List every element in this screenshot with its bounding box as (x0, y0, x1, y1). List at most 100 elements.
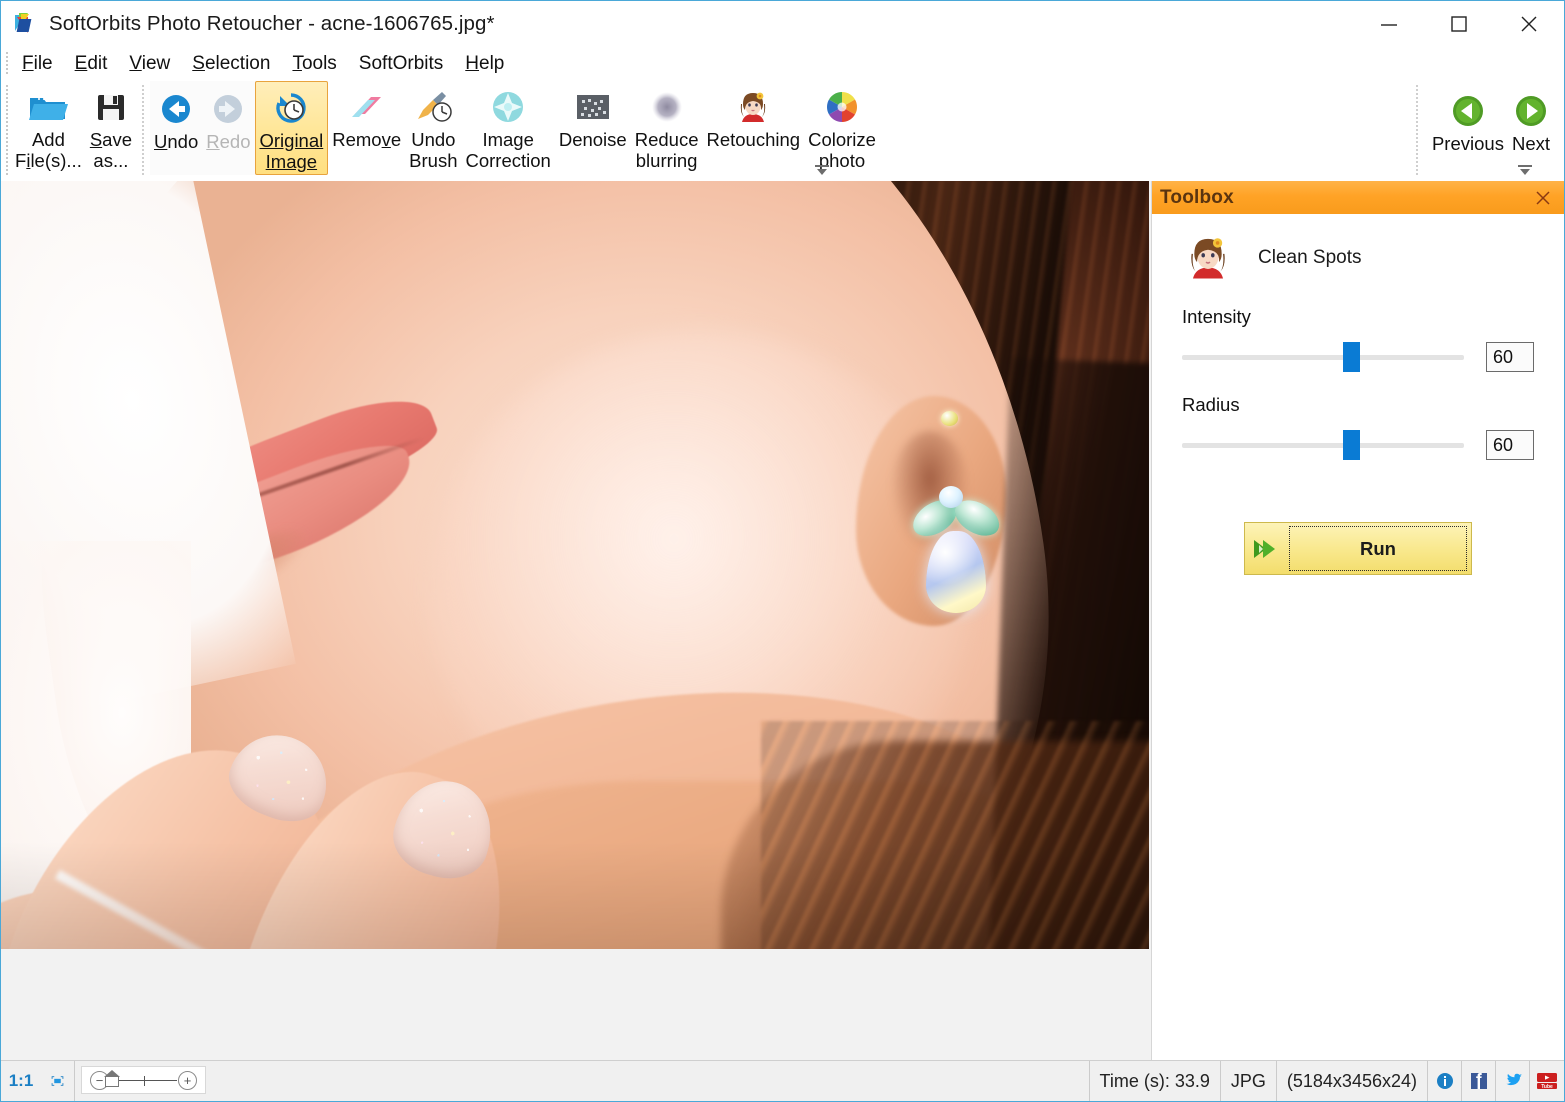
open-folder-icon (27, 85, 69, 129)
next-label: Next (1511, 133, 1550, 154)
intensity-slider[interactable] (1182, 342, 1464, 372)
menu-edit[interactable]: Edit (64, 53, 119, 75)
facebook-icon[interactable] (1462, 1061, 1496, 1101)
save-as-label-1: Save (89, 129, 132, 150)
intensity-slider-track (1182, 354, 1464, 360)
history-group: Undo Redo Original Image (150, 81, 329, 175)
radius-slider-block: Radius 60 (1152, 394, 1564, 460)
fit-to-screen-icon[interactable] (41, 1061, 75, 1101)
reduce-blurring-label-1: Reduce (634, 129, 699, 150)
status-icons: Tube (1428, 1061, 1564, 1101)
toolbar-separator-1 (142, 85, 144, 175)
status-bar: 1:1 − + Time (s): 33.9 JPG (5184x3456x24… (1, 1060, 1564, 1101)
retouching-button[interactable]: Retouching (702, 81, 804, 175)
reduce-blurring-button[interactable]: Reduce blurring (631, 81, 703, 175)
undo-brush-button[interactable]: Undo Brush (405, 81, 461, 175)
youtube-icon[interactable]: Tube (1530, 1061, 1564, 1101)
toolbar-separator-2 (1415, 85, 1418, 175)
remove-label: Remove (332, 129, 402, 150)
twitter-icon[interactable] (1496, 1061, 1530, 1101)
info-icon[interactable] (1428, 1061, 1462, 1101)
intensity-value-field[interactable]: 60 (1486, 342, 1534, 372)
photo-vignette (1, 181, 1149, 949)
menu-tools[interactable]: Tools (281, 53, 347, 75)
menu-file-rest: ile (33, 53, 53, 74)
title-bar: SoftOrbits Photo Retoucher - acne-160676… (1, 1, 1564, 47)
status-spacer (206, 1061, 1089, 1101)
green-left-arrow-icon (1449, 89, 1487, 133)
intensity-slider-block: Intensity 60 (1152, 306, 1564, 372)
reduce-blurring-label-2: blurring (635, 149, 698, 171)
eraser-icon (347, 85, 387, 129)
sparkle-star-icon (489, 85, 527, 129)
brush-clock-icon (413, 85, 453, 129)
colorize-photo-button[interactable]: Colorize photo (804, 81, 880, 175)
toolbar-overflow-icon[interactable] (813, 165, 831, 177)
image-correction-label-1: Image (482, 129, 534, 150)
active-tool-name: Clean Spots (1258, 247, 1362, 268)
undo-arrow-icon (157, 87, 195, 131)
zoom-slider[interactable]: − + (81, 1066, 206, 1094)
woman-portrait-icon (734, 85, 772, 129)
retouching-label: Retouching (706, 129, 801, 150)
menu-file[interactable]: File (11, 53, 64, 75)
undo-button[interactable]: Undo (150, 81, 202, 175)
denoise-button[interactable]: Denoise (555, 81, 631, 175)
active-tool-row: Clean Spots (1152, 214, 1564, 284)
run-button-label: Run (1289, 526, 1467, 571)
menu-softorbits[interactable]: SoftOrbits (348, 53, 454, 75)
run-button-wrap: Run (1152, 522, 1564, 575)
close-button[interactable] (1494, 1, 1564, 47)
menu-selection[interactable]: Selection (181, 53, 281, 75)
close-icon[interactable] (1532, 187, 1554, 209)
menu-view[interactable]: View (118, 53, 181, 75)
minimize-button[interactable] (1354, 1, 1424, 47)
dimensions-status: (5184x3456x24) (1277, 1061, 1428, 1101)
green-double-arrow-icon (1245, 534, 1289, 564)
radius-value-field[interactable]: 60 (1486, 430, 1534, 460)
save-as-button[interactable]: Save as... (86, 81, 136, 175)
undo-brush-label-1: Undo (411, 129, 456, 150)
zoom-slider-tick (143, 1076, 145, 1086)
time-status: Time (s): 33.9 (1088, 1061, 1221, 1101)
menu-bar: File Edit View Selection Tools SoftOrbit… (1, 47, 1564, 81)
radius-slider-row: 60 (1182, 430, 1534, 460)
zoom-ratio-label: 1:1 (8, 1071, 34, 1090)
maximize-button[interactable] (1424, 1, 1494, 47)
green-right-arrow-icon (1512, 89, 1550, 133)
toolbox-panel: Toolbox Clean Spots Intensity 60 Radius … (1151, 181, 1564, 1060)
window-controls (1354, 1, 1564, 47)
image-correction-label-2: Correction (465, 149, 551, 171)
woman-portrait-icon (1182, 232, 1234, 284)
colorize-photo-label-1: Colorize (808, 129, 876, 150)
remove-button[interactable]: Remove (328, 81, 405, 175)
radius-slider[interactable] (1182, 430, 1464, 460)
denoise-label: Denoise (558, 129, 627, 150)
image-correction-button[interactable]: Image Correction (461, 81, 554, 175)
radius-slider-thumb[interactable] (1342, 430, 1360, 460)
workspace: Toolbox Clean Spots Intensity 60 Radius … (1, 181, 1564, 1060)
run-button[interactable]: Run (1244, 522, 1472, 575)
original-image-button[interactable]: Original Image (254, 81, 329, 175)
toolbox-title: Toolbox (1160, 186, 1234, 208)
softorbits-logo-icon (15, 13, 37, 35)
main-toolbar: Add File(s)... Save as... Undo Redo Orig… (1, 81, 1564, 181)
toolbar-overflow-icon-right[interactable] (1516, 165, 1534, 177)
add-files-label-2: File(s)... (15, 149, 82, 171)
plus-icon[interactable]: + (178, 1070, 197, 1090)
undo-label: Undo (154, 131, 199, 152)
previous-button[interactable]: Previous (1428, 81, 1508, 175)
intensity-label: Intensity (1182, 306, 1251, 327)
intensity-slider-thumb[interactable] (1342, 342, 1360, 372)
noise-grid-icon (574, 85, 612, 129)
image-canvas[interactable] (1, 181, 1151, 1060)
redo-button[interactable]: Redo (202, 81, 254, 175)
menu-help[interactable]: Help (454, 53, 515, 75)
redo-arrow-icon (209, 87, 247, 131)
format-status: JPG (1221, 1061, 1277, 1101)
clock-history-icon (273, 86, 309, 130)
application-window: SoftOrbits Photo Retoucher - acne-160676… (0, 0, 1565, 1102)
add-files-button[interactable]: Add File(s)... (11, 81, 86, 175)
photo-preview[interactable] (1, 181, 1149, 949)
next-button[interactable]: Next (1508, 81, 1564, 175)
